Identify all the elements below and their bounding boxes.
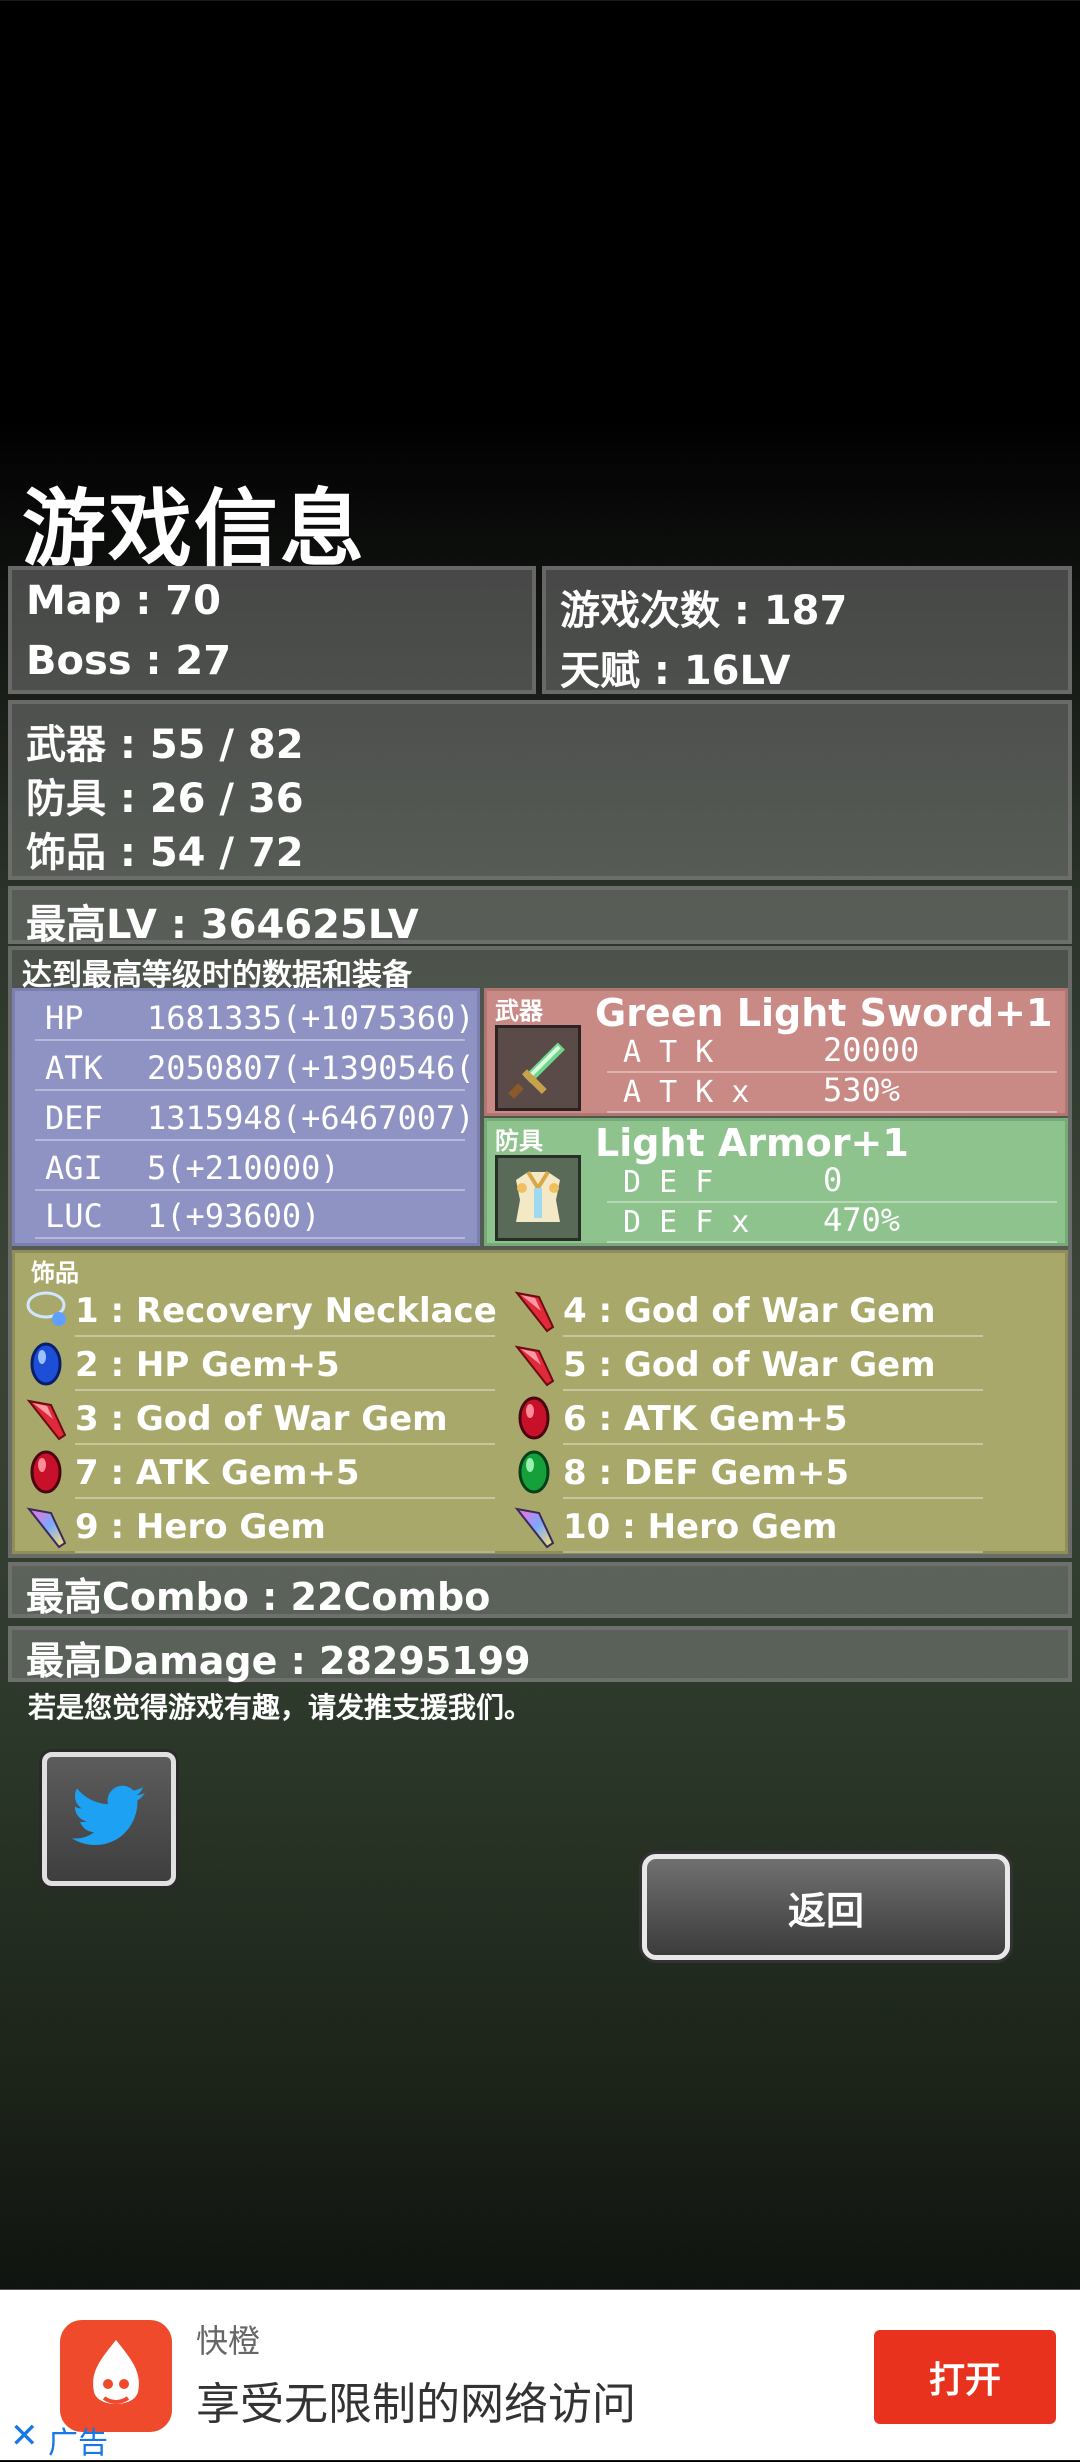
map-boss-panel: Map : 70 Boss : 27 (8, 566, 536, 694)
sword-icon (495, 1025, 581, 1111)
playcount-talent-panel: 游戏次数 : 187 天赋 : 16LV (542, 566, 1072, 694)
red-crystal-icon (21, 1393, 71, 1443)
stat-divider (35, 1089, 465, 1091)
accessory-label: 8 : DEF Gem+5 (563, 1453, 849, 1493)
accessory-label: 5 : God of War Gem (563, 1345, 936, 1385)
armor-stat1-name: D E F (623, 1165, 714, 1200)
stat-name-agi: AGI (45, 1149, 103, 1187)
stat-value-atk: 2050807(+1390546( (147, 1049, 475, 1087)
stat-divider (35, 1189, 465, 1191)
armor-stat2-value: 470% (823, 1201, 901, 1239)
red-gem-icon (21, 1447, 71, 1497)
ad-app-name: 快橙 (196, 2322, 261, 2360)
ad-open-button[interactable]: 打开 (874, 2330, 1056, 2424)
weapon-stat2-name: A T K x (623, 1075, 750, 1110)
weapon-stat1-value: 20000 (823, 1031, 920, 1069)
accessory-label: 6 : ATK Gem+5 (563, 1399, 848, 1439)
accessory-label: 9 : Hero Gem (75, 1507, 326, 1547)
back-button[interactable]: 返回 (642, 1854, 1010, 1960)
stat-value-hp: 1681335(+1075360) (147, 999, 475, 1037)
accessory-label: 3 : God of War Gem (75, 1399, 448, 1439)
stat-value-def: 1315948(+6467007) (147, 1099, 475, 1137)
max-combo-value: 最高Combo : 22Combo (26, 1575, 491, 1619)
max-lv-panel: 最高LV : 364625LV (8, 886, 1072, 948)
weapon-count: 武器 : 55 / 82 (26, 722, 304, 768)
max-lv-value: 最高LV : 364625LV (26, 902, 419, 948)
weapon-stat2-value: 530% (823, 1071, 901, 1109)
talent-value: 天赋 : 16LV (560, 648, 791, 694)
accessory-label: 7 : ATK Gem+5 (75, 1453, 360, 1493)
stat-divider (35, 1139, 465, 1141)
armor-stat1-value: 0 (823, 1161, 843, 1199)
stat-value-agi: 5(+210000) (147, 1149, 340, 1187)
accessory-divider (75, 1551, 495, 1553)
accessory-divider (75, 1389, 495, 1391)
armor-name: Light Armor+1 (595, 1121, 909, 1165)
red-crystal-icon (509, 1339, 559, 1389)
stat-name-atk: ATK (45, 1049, 103, 1087)
weapon-box: 武器 Green Light Sword+1 A T K 20000 A T K… (484, 988, 1068, 1116)
accessory-label: 4 : God of War Gem (563, 1291, 936, 1331)
stat-name-def: DEF (45, 1099, 103, 1137)
stat-divider (35, 1237, 465, 1239)
accessory-divider (563, 1335, 983, 1337)
app-logo-icon (60, 2320, 172, 2432)
ad-slogan: 享受无限制的网络访问 (196, 2379, 636, 2430)
accessory-divider (75, 1443, 495, 1445)
accessory-divider (75, 1335, 495, 1337)
necklace-icon (21, 1285, 71, 1335)
armor-tag: 防具 (495, 1127, 543, 1155)
stat-value-luc: 1(+93600) (147, 1197, 321, 1235)
accessory-divider (563, 1551, 983, 1553)
weapon-tag: 武器 (495, 997, 543, 1025)
blue-gem-icon (21, 1339, 71, 1389)
weapon-name: Green Light Sword+1 (595, 991, 1053, 1035)
collection-panel: 武器 : 55 / 82 防具 : 26 / 36 饰品 : 54 / 72 (8, 700, 1072, 880)
twitter-share-button[interactable] (42, 1752, 176, 1886)
ad-label: 广告 (48, 2426, 108, 2461)
max-combo-panel: 最高Combo : 22Combo (8, 1562, 1072, 1619)
red-crystal-icon (509, 1285, 559, 1335)
page-title: 游戏信息 (22, 480, 367, 578)
max-damage-panel: 最高Damage : 28295199 (8, 1626, 1072, 1683)
armor-icon (495, 1155, 581, 1241)
red-gem-icon (509, 1393, 559, 1443)
max-damage-value: 最高Damage : 28295199 (26, 1639, 531, 1683)
stat-name-hp: HP (45, 999, 84, 1037)
accessory-divider (563, 1389, 983, 1391)
armor-count: 防具 : 26 / 36 (26, 776, 304, 822)
weapon-divider (607, 1111, 1057, 1113)
accessory-label: 1 : Recovery Necklace (75, 1291, 497, 1331)
accessory-count: 饰品 : 54 / 72 (26, 830, 304, 876)
ad-close-icon[interactable]: ✕ (10, 2416, 39, 2456)
stat-name-luc: LUC (45, 1197, 103, 1235)
accessories-tag: 饰品 (31, 1259, 79, 1287)
twitter-bird-icon (71, 1785, 147, 1853)
armor-box: 防具 Light Armor+1 D E F 0 D E F x 470% (484, 1118, 1068, 1246)
accessory-divider (563, 1443, 983, 1445)
support-text: 若是您觉得游戏有趣，请发推支援我们。 (28, 1691, 533, 1724)
armor-divider (607, 1241, 1057, 1243)
green-gem-icon (509, 1447, 559, 1497)
play-count-value: 游戏次数 : 187 (560, 588, 848, 634)
accessory-divider (75, 1497, 495, 1499)
weapon-stat1-name: A T K (623, 1035, 714, 1070)
accessory-label: 10 : Hero Gem (563, 1507, 838, 1547)
stat-divider (35, 1039, 465, 1041)
rainbow-crystal-icon (509, 1501, 559, 1551)
map-value: Map : 70 (26, 578, 221, 624)
rainbow-crystal-icon (21, 1501, 71, 1551)
accessory-label: 2 : HP Gem+5 (75, 1345, 340, 1385)
accessories-box: 饰品 1 : Recovery Necklace 2 : HP Gem+5 3 … (12, 1250, 1068, 1554)
character-stats-box: HP 1681335(+1075360) ATK 2050807(+139054… (12, 988, 480, 1246)
armor-stat2-name: D E F x (623, 1205, 750, 1240)
accessory-divider (563, 1497, 983, 1499)
boss-value: Boss : 27 (26, 638, 232, 684)
